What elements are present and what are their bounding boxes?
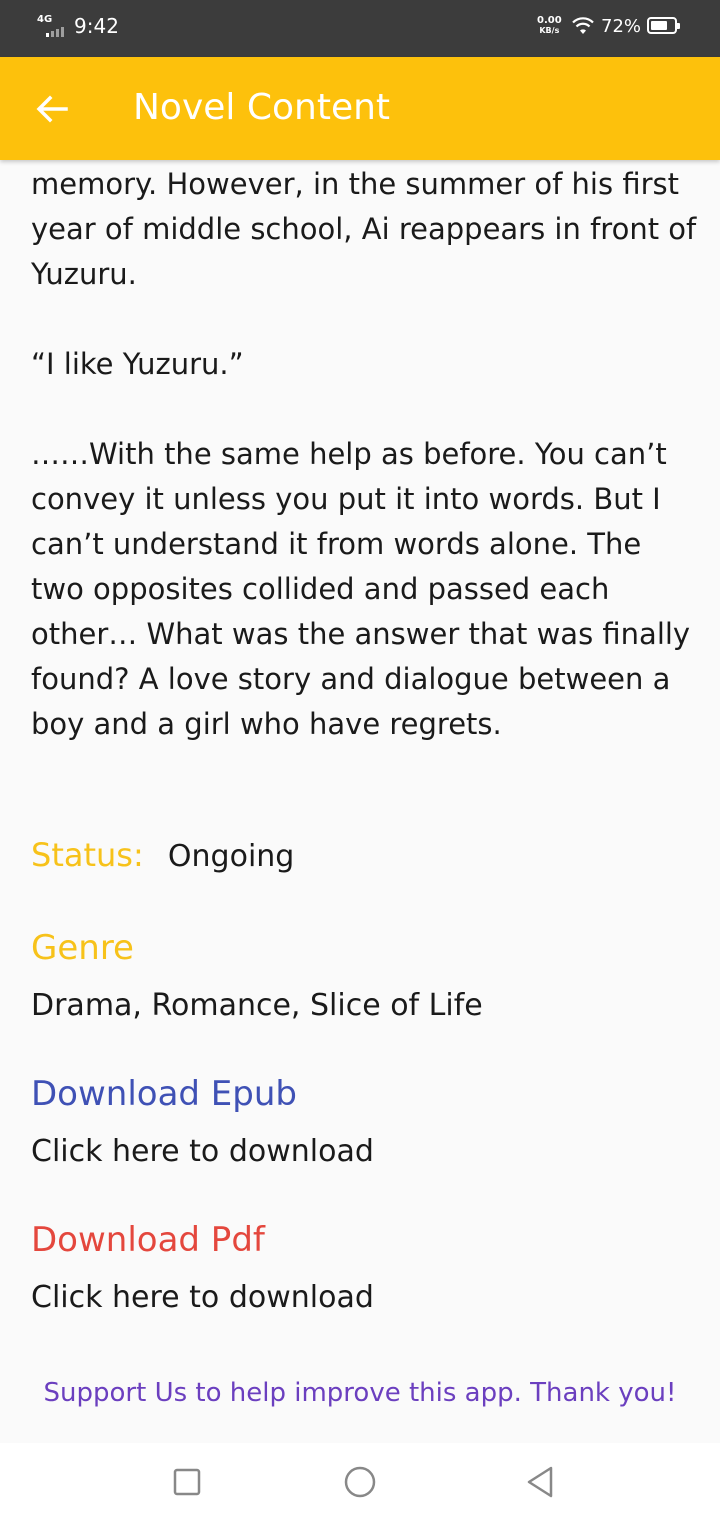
triangle-back-icon[interactable] bbox=[524, 1465, 558, 1499]
download-pdf-title[interactable]: Download Pdf bbox=[31, 1220, 265, 1260]
network-speed: 0.00 KB/s bbox=[537, 16, 562, 36]
wifi-icon bbox=[572, 17, 594, 34]
description-paragraph: ……With the same help as before. You can’… bbox=[31, 437, 691, 741]
support-link[interactable]: Support Us to help improve this app. Tha… bbox=[0, 1378, 720, 1408]
status-value: Ongoing bbox=[167, 839, 295, 874]
description-paragraph: memory. However, in the summer of his fi… bbox=[31, 167, 697, 291]
genre-label: Genre bbox=[31, 928, 134, 968]
status-row: Status: Ongoing bbox=[31, 836, 294, 874]
download-pdf-link[interactable]: Click here to download bbox=[31, 1280, 374, 1315]
app-bar: Novel Content bbox=[0, 57, 720, 160]
network-speed-value: 0.00 bbox=[537, 15, 562, 26]
novel-description: memory. However, in the summer of his fi… bbox=[31, 162, 701, 747]
battery-icon bbox=[647, 17, 680, 34]
navigation-bar bbox=[0, 1443, 720, 1520]
clock: 9:42 bbox=[74, 14, 119, 38]
page-title: Novel Content bbox=[133, 87, 391, 128]
battery-percent: 72% bbox=[601, 16, 642, 37]
description-paragraph: “I like Yuzuru.” bbox=[31, 347, 244, 381]
signal-icon bbox=[46, 25, 66, 37]
download-epub-link[interactable]: Click here to download bbox=[31, 1134, 374, 1169]
status-bar: 4G 9:42 0.00 KB/s 72% bbox=[0, 0, 720, 57]
network-speed-unit: KB/s bbox=[539, 26, 560, 35]
genre-value: Drama, Romance, Slice of Life bbox=[31, 988, 483, 1023]
download-epub-title[interactable]: Download Epub bbox=[31, 1074, 297, 1114]
circle-icon[interactable] bbox=[343, 1465, 377, 1499]
square-icon[interactable] bbox=[170, 1465, 204, 1499]
network-type: 4G bbox=[37, 14, 53, 25]
arrow-left-icon[interactable] bbox=[36, 95, 68, 123]
status-label: Status: bbox=[31, 836, 144, 874]
